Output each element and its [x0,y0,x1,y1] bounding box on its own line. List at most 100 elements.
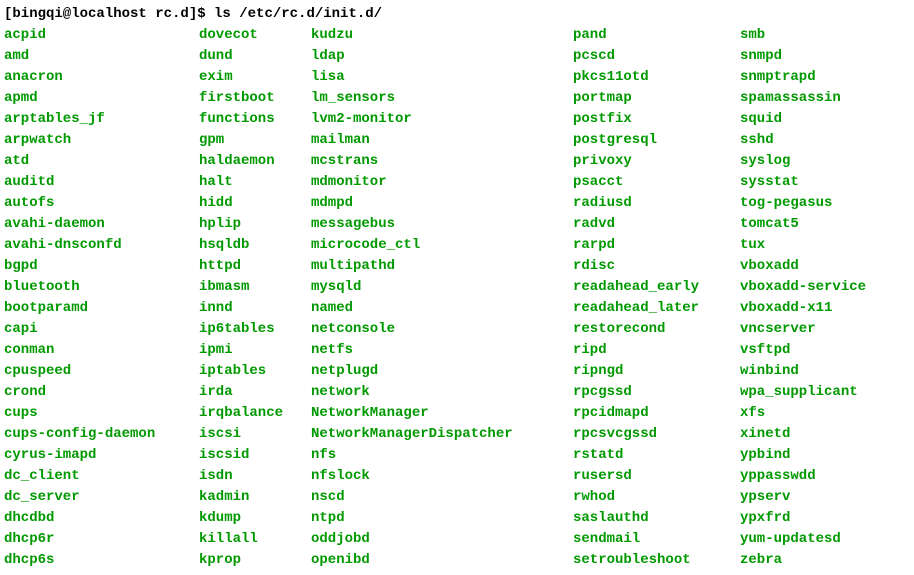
file-entry: crond [4,382,199,403]
file-entry: smb [740,25,866,46]
file-entry: yum-updatesd [740,529,866,550]
file-entry: atd [4,151,199,172]
file-entry: readahead_early [573,277,740,298]
file-entry: rpcsvcgssd [573,424,740,445]
file-entry: autofs [4,193,199,214]
file-entry: vboxadd-x11 [740,298,866,319]
file-entry: postfix [573,109,740,130]
file-entry: amd [4,46,199,67]
file-entry: ldap [311,46,573,67]
file-entry: readahead_later [573,298,740,319]
file-entry: nfs [311,445,573,466]
file-entry: conman [4,340,199,361]
file-entry: saslauthd [573,508,740,529]
file-entry: mysqld [311,277,573,298]
file-entry: bluetooth [4,277,199,298]
file-entry: netplugd [311,361,573,382]
file-entry: portmap [573,88,740,109]
file-entry: spamassassin [740,88,866,109]
file-entry: xfs [740,403,866,424]
file-entry: ripngd [573,361,740,382]
file-entry: multipathd [311,256,573,277]
file-entry: cyrus-imapd [4,445,199,466]
column-2: dovecotdundeximfirstbootfunctionsgpmhald… [199,25,311,571]
file-entry: nscd [311,487,573,508]
file-entry: rstatd [573,445,740,466]
file-entry: netfs [311,340,573,361]
shell-prompt: [bingqi@localhost rc.d]$ ls /etc/rc.d/in… [4,4,910,25]
file-entry: network [311,382,573,403]
file-entry: cpuspeed [4,361,199,382]
file-entry: tomcat5 [740,214,866,235]
file-entry: mcstrans [311,151,573,172]
file-entry: anacron [4,67,199,88]
file-entry: kdump [199,508,311,529]
file-entry: zebra [740,550,866,571]
file-entry: ypserv [740,487,866,508]
file-entry: radvd [573,214,740,235]
file-entry: rarpd [573,235,740,256]
file-entry: dovecot [199,25,311,46]
file-entry: openibd [311,550,573,571]
file-entry: hidd [199,193,311,214]
file-entry: netconsole [311,319,573,340]
file-entry: firstboot [199,88,311,109]
file-entry: ipmi [199,340,311,361]
file-entry: vncserver [740,319,866,340]
file-entry: ypxfrd [740,508,866,529]
column-3: kudzuldaplisalm_sensorslvm2-monitormailm… [311,25,573,571]
file-entry: iptables [199,361,311,382]
file-entry: ibmasm [199,277,311,298]
file-entry: NetworkManagerDispatcher [311,424,573,445]
file-entry: rwhod [573,487,740,508]
file-entry: NetworkManager [311,403,573,424]
file-entry: cups-config-daemon [4,424,199,445]
file-entry: arpwatch [4,130,199,151]
file-entry: pand [573,25,740,46]
file-entry: kadmin [199,487,311,508]
file-entry: restorecond [573,319,740,340]
file-entry: squid [740,109,866,130]
file-entry: arptables_jf [4,109,199,130]
directory-listing: acpidamdanacronapmdarptables_jfarpwatcha… [4,25,910,571]
file-entry: mdmonitor [311,172,573,193]
file-entry: snmptrapd [740,67,866,88]
file-entry: dc_server [4,487,199,508]
file-entry: kudzu [311,25,573,46]
file-entry: vboxadd-service [740,277,866,298]
file-entry: postgresql [573,130,740,151]
file-entry: privoxy [573,151,740,172]
file-entry: vsftpd [740,340,866,361]
file-entry: dc_client [4,466,199,487]
file-entry: isdn [199,466,311,487]
file-entry: dund [199,46,311,67]
file-entry: kprop [199,550,311,571]
file-entry: mailman [311,130,573,151]
file-entry: lisa [311,67,573,88]
file-entry: setroubleshoot [573,550,740,571]
file-entry: exim [199,67,311,88]
file-entry: avahi-dnsconfd [4,235,199,256]
file-entry: mdmpd [311,193,573,214]
file-entry: functions [199,109,311,130]
file-entry: sshd [740,130,866,151]
file-entry: cups [4,403,199,424]
file-entry: pkcs11otd [573,67,740,88]
file-entry: rdisc [573,256,740,277]
file-entry: bootparamd [4,298,199,319]
file-entry: xinetd [740,424,866,445]
file-entry: dhcp6r [4,529,199,550]
file-entry: gpm [199,130,311,151]
column-4: pandpcscdpkcs11otdportmappostfixpostgres… [573,25,740,571]
file-entry: wpa_supplicant [740,382,866,403]
file-entry: iscsi [199,424,311,445]
file-entry: ripd [573,340,740,361]
file-entry: ip6tables [199,319,311,340]
file-entry: rpcidmapd [573,403,740,424]
file-entry: capi [4,319,199,340]
file-entry: syslog [740,151,866,172]
file-entry: messagebus [311,214,573,235]
file-entry: irqbalance [199,403,311,424]
file-entry: rpcgssd [573,382,740,403]
file-entry: sysstat [740,172,866,193]
